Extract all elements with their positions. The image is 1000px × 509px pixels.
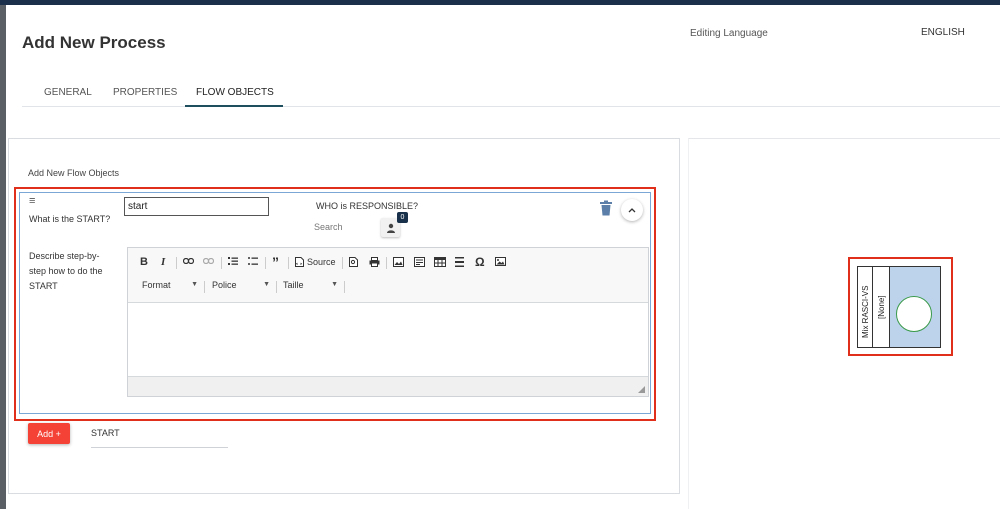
horizontal-rule-icon [455, 257, 464, 267]
unlink-icon [203, 258, 214, 264]
size-select[interactable]: Taille ▼ [283, 280, 340, 294]
bold-button[interactable]: B [140, 256, 148, 268]
start-event-icon[interactable] [896, 296, 932, 332]
delete-flow-object-button[interactable] [599, 200, 613, 216]
image-icon [393, 257, 404, 267]
left-edge [0, 5, 6, 509]
editor-status-bar [128, 376, 648, 396]
editor-toolbar: B I ” Source Ω Format ▼ Police ▼ Taille … [128, 248, 648, 303]
size-select-label: Taille [283, 280, 304, 290]
preview-button[interactable] [349, 257, 358, 267]
responsible-count-badge: 0 [397, 212, 408, 223]
process-diagram[interactable]: Mix RASCI-VS [None] [857, 266, 941, 348]
tab-flow-objects[interactable]: FLOW OBJECTS [196, 87, 274, 98]
link-icon [183, 258, 194, 264]
editor-content-area[interactable] [128, 303, 648, 376]
font-select-label: Police [212, 280, 237, 290]
flash-icon [414, 257, 425, 267]
start-name-input[interactable] [124, 197, 269, 216]
lane-label-role: [None] [877, 295, 886, 319]
chevron-down-icon: ▼ [331, 281, 338, 288]
print-icon [369, 257, 380, 267]
describe-label: Describe step-by-step how to do the STAR… [29, 251, 103, 291]
chevron-down-icon: ▼ [191, 281, 198, 288]
source-label: Source [307, 257, 336, 267]
tab-properties[interactable]: PROPERTIES [113, 87, 177, 98]
table-icon [434, 257, 446, 267]
picture-icon [495, 257, 506, 266]
print-button[interactable] [369, 257, 380, 267]
numbered-list-button[interactable] [228, 257, 238, 266]
user-icon [386, 223, 395, 233]
resize-handle-icon[interactable] [638, 386, 645, 393]
font-select[interactable]: Police ▼ [212, 280, 272, 294]
rich-text-editor: B I ” Source Ω Format ▼ Police ▼ Taille … [127, 247, 649, 397]
format-select[interactable]: Format ▼ [142, 280, 200, 294]
chevron-up-icon [628, 208, 636, 213]
top-bar [0, 0, 1000, 5]
lane-header-rasci: Mix RASCI-VS [857, 266, 873, 348]
editing-language-value[interactable]: ENGLISH [921, 27, 965, 38]
add-flow-object-button[interactable]: Add + [28, 423, 70, 444]
trash-icon [600, 200, 612, 216]
lane-header-role: [None] [872, 266, 890, 348]
section-title: Add New Flow Objects [28, 168, 120, 178]
bulleted-list-icon [248, 257, 258, 265]
tab-bar: GENERAL PROPERTIES FLOW OBJECTS [22, 76, 1000, 107]
start-question-label: What is the START? [29, 214, 111, 224]
flow-object-name-field[interactable]: START [91, 428, 228, 448]
unlink-button[interactable] [203, 258, 214, 264]
active-tab-indicator [185, 105, 283, 107]
tab-general[interactable]: GENERAL [44, 87, 92, 98]
bulleted-list-button[interactable] [248, 257, 258, 266]
collapse-card-button[interactable] [621, 199, 643, 221]
blockquote-button[interactable]: ” [272, 254, 279, 270]
responsible-search-input[interactable]: Search [314, 222, 343, 232]
link-button[interactable] [183, 258, 194, 264]
page-title: Add New Process [22, 33, 166, 52]
lane-label-rasci: Mix RASCI-VS [861, 285, 870, 338]
special-char-button[interactable]: Ω [475, 255, 485, 269]
diagram-panel [688, 138, 1000, 509]
drag-handle-icon[interactable]: ≡ [29, 196, 35, 207]
italic-button[interactable]: I [161, 256, 165, 268]
insert-image-button[interactable] [495, 257, 506, 266]
preview-icon [349, 257, 358, 267]
image-button[interactable] [393, 257, 404, 267]
editing-language-label: Editing Language [690, 28, 768, 39]
source-button[interactable]: Source [295, 257, 336, 267]
numbered-list-icon [228, 257, 238, 265]
table-button[interactable] [434, 257, 446, 267]
chevron-down-icon: ▼ [263, 281, 270, 288]
source-icon [295, 257, 304, 267]
flash-button[interactable] [414, 257, 425, 267]
format-select-label: Format [142, 280, 171, 290]
responsible-label: WHO is RESPONSIBLE? [316, 201, 419, 211]
horizontal-rule-button[interactable] [455, 257, 464, 267]
